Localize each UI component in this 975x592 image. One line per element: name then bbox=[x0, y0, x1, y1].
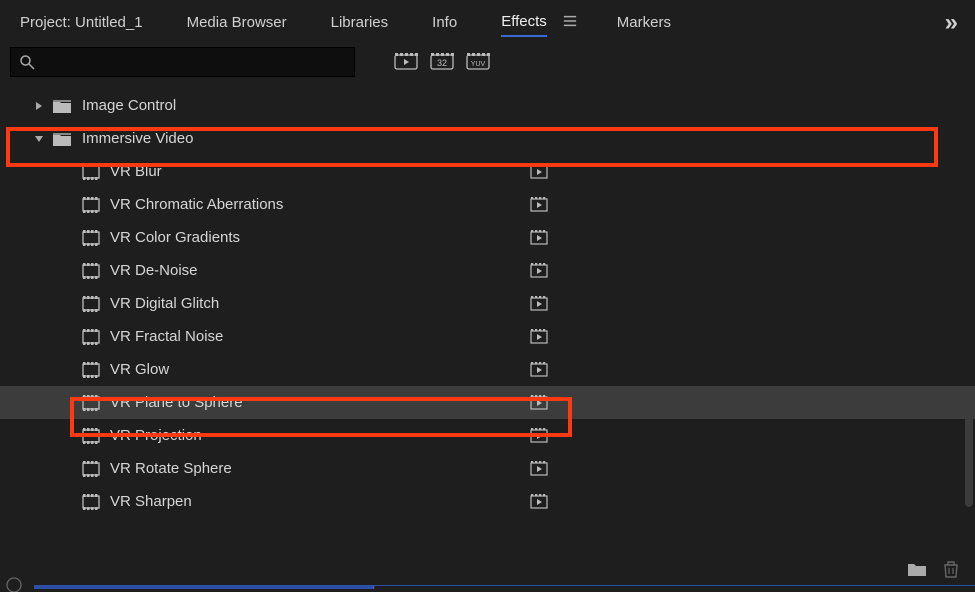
tab-project[interactable]: Project: Untitled_1 bbox=[20, 9, 143, 36]
effect-label: VR De-Noise bbox=[110, 262, 198, 279]
effect-label: VR Chromatic Aberrations bbox=[110, 196, 283, 213]
delete-button[interactable] bbox=[941, 560, 961, 582]
effect-label: VR Rotate Sphere bbox=[110, 460, 232, 477]
tabs-overflow-icon[interactable]: » bbox=[945, 9, 955, 37]
effect-icon bbox=[82, 428, 100, 444]
accelerated-badge-icon bbox=[530, 362, 548, 378]
accelerated-badge-icon bbox=[530, 395, 548, 411]
svg-text:32: 32 bbox=[437, 58, 447, 68]
folder-label: Image Control bbox=[82, 97, 176, 114]
folder-image-control[interactable]: Image Control bbox=[0, 89, 975, 122]
effect-icon bbox=[82, 329, 100, 345]
timeline-bar[interactable] bbox=[34, 585, 975, 589]
timeline-strip bbox=[0, 583, 975, 592]
panel-footer bbox=[907, 560, 961, 582]
effect-icon bbox=[82, 461, 100, 477]
accelerated-effects-filter-icon[interactable] bbox=[393, 51, 419, 73]
effect-icon bbox=[82, 164, 100, 180]
tab-markers[interactable]: Markers bbox=[617, 9, 671, 36]
accelerated-badge-icon bbox=[530, 494, 548, 510]
search-icon bbox=[19, 54, 35, 70]
tab-media-browser[interactable]: Media Browser bbox=[187, 9, 287, 36]
effect-vr-blur[interactable]: VR Blur bbox=[0, 155, 975, 188]
effects-toolbar: 32 YUV bbox=[0, 43, 975, 87]
panel-menu-icon[interactable] bbox=[563, 14, 577, 32]
chevron-down-icon bbox=[30, 130, 48, 148]
tab-effects[interactable]: Effects bbox=[501, 8, 547, 37]
effect-icon bbox=[82, 362, 100, 378]
effect-vr-chromatic-aberrations[interactable]: VR Chromatic Aberrations bbox=[0, 188, 975, 221]
folder-immersive-video[interactable]: Immersive Video bbox=[0, 122, 975, 155]
effect-vr-rotate-sphere[interactable]: VR Rotate Sphere bbox=[0, 452, 975, 485]
effect-vr-de-noise[interactable]: VR De-Noise bbox=[0, 254, 975, 287]
tab-libraries[interactable]: Libraries bbox=[331, 9, 389, 36]
accelerated-badge-icon bbox=[530, 461, 548, 477]
accelerated-badge-icon bbox=[530, 329, 548, 345]
accelerated-badge-icon bbox=[530, 197, 548, 213]
panel-tabs: Project: Untitled_1 Media Browser Librar… bbox=[0, 0, 975, 43]
effect-icon bbox=[82, 230, 100, 246]
yuv-filter-icon[interactable]: YUV bbox=[465, 51, 491, 73]
accelerated-badge-icon bbox=[530, 428, 548, 444]
32bit-filter-icon[interactable]: 32 bbox=[429, 51, 455, 73]
new-bin-button[interactable] bbox=[907, 560, 927, 582]
effect-icon bbox=[82, 197, 100, 213]
effect-label: VR Glow bbox=[110, 361, 169, 378]
effect-icon bbox=[82, 494, 100, 510]
effect-label: VR Blur bbox=[110, 163, 162, 180]
chevron-right-icon bbox=[30, 97, 48, 115]
accelerated-badge-icon bbox=[530, 296, 548, 312]
tab-info[interactable]: Info bbox=[432, 9, 457, 36]
effect-label: VR Fractal Noise bbox=[110, 328, 223, 345]
effect-vr-digital-glitch[interactable]: VR Digital Glitch bbox=[0, 287, 975, 320]
accelerated-badge-icon bbox=[530, 263, 548, 279]
effect-label: VR Color Gradients bbox=[110, 229, 240, 246]
accelerated-badge-icon bbox=[530, 164, 548, 180]
effect-vr-projection[interactable]: VR Projection bbox=[0, 419, 975, 452]
effect-icon bbox=[82, 296, 100, 312]
effect-vr-glow[interactable]: VR Glow bbox=[0, 353, 975, 386]
effects-tree: Image Control Immersive Video VR Blur VR… bbox=[0, 87, 975, 567]
vertical-scrollbar[interactable] bbox=[965, 387, 973, 507]
folder-icon bbox=[52, 98, 72, 114]
effect-vr-fractal-noise[interactable]: VR Fractal Noise bbox=[0, 320, 975, 353]
accelerated-badge-icon bbox=[530, 230, 548, 246]
svg-text:YUV: YUV bbox=[471, 61, 486, 68]
playhead-icon bbox=[6, 577, 22, 592]
effect-label: VR Plane to Sphere bbox=[110, 394, 243, 411]
search-input[interactable] bbox=[10, 47, 355, 77]
effect-label: VR Sharpen bbox=[110, 493, 192, 510]
folder-label: Immersive Video bbox=[82, 130, 193, 147]
effect-label: VR Digital Glitch bbox=[110, 295, 219, 312]
effect-vr-plane-to-sphere[interactable]: VR Plane to Sphere bbox=[0, 386, 975, 419]
effect-icon bbox=[82, 263, 100, 279]
effect-icon bbox=[82, 395, 100, 411]
effect-vr-sharpen[interactable]: VR Sharpen bbox=[0, 485, 975, 518]
effect-label: VR Projection bbox=[110, 427, 202, 444]
effect-vr-color-gradients[interactable]: VR Color Gradients bbox=[0, 221, 975, 254]
folder-icon bbox=[52, 131, 72, 147]
